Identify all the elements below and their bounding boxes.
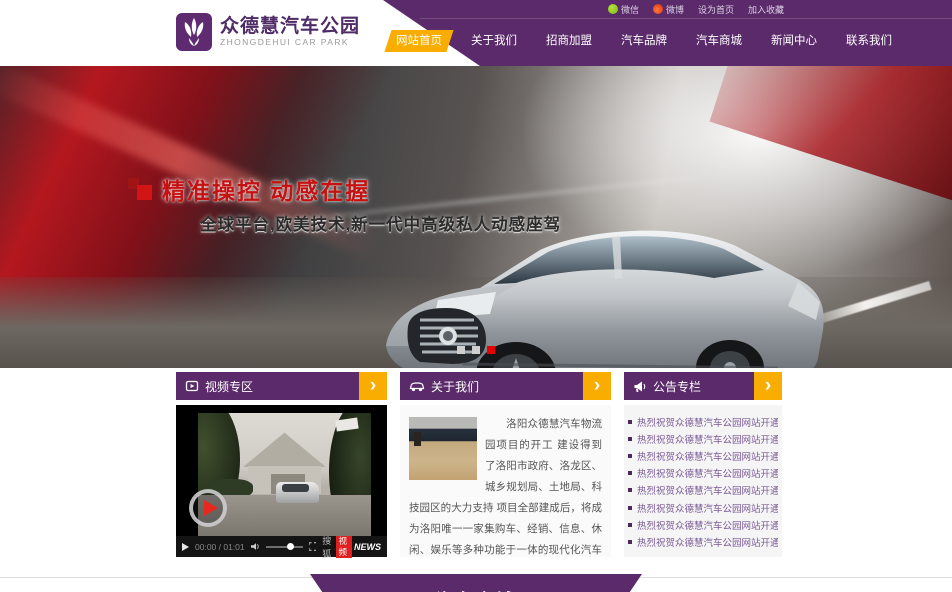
- video-more-button[interactable]: ›: [359, 372, 387, 400]
- logo-flower-icon: [176, 13, 212, 51]
- hero-banner: 精准操控 动感在握 全球平台,欧美技术,新一代中高级私人动感座驾: [0, 66, 952, 368]
- megaphone-icon: [633, 380, 647, 393]
- notice-item[interactable]: 热烈祝贺众德慧汽车公园网站开通了！: [628, 447, 778, 464]
- notice-item[interactable]: 热烈祝贺众德慧汽车公园网站开通了！: [628, 413, 778, 430]
- notice-column: 公告专栏 › 热烈祝贺众德慧汽车公园网站开通了！ 热烈祝贺众德慧汽车公园网站开通: [624, 372, 782, 557]
- video-icon: [185, 379, 199, 393]
- notice-item[interactable]: 热烈祝贺众德慧汽车公园网站开通了！: [628, 430, 778, 447]
- notice-item[interactable]: 热烈祝贺众德慧汽车公园网站开通了！: [628, 533, 778, 550]
- about-section-header: 关于我们 ›: [400, 372, 611, 400]
- volume-icon[interactable]: [251, 542, 260, 551]
- fullscreen-icon[interactable]: [309, 542, 317, 551]
- banner-dot[interactable]: [457, 346, 465, 354]
- video-section-header: 视频专区 ›: [176, 372, 387, 400]
- notice-item[interactable]: 热烈祝贺众德慧汽车公园网站开通了！: [628, 465, 778, 482]
- notice-item[interactable]: 热烈祝贺众德慧汽车公园网站开通了！: [628, 516, 778, 533]
- wechat-icon: [608, 4, 618, 14]
- notice-list: 热烈祝贺众德慧汽车公园网站开通了！ 热烈祝贺众德慧汽车公园网站开通了！ 热烈祝贺…: [628, 413, 778, 551]
- video-section-title: 视频专区: [205, 378, 253, 395]
- bullet-icon: [628, 540, 632, 544]
- nav-item[interactable]: 汽车商城: [688, 30, 750, 52]
- about-section-title: 关于我们: [431, 378, 479, 395]
- notice-more-button[interactable]: ›: [754, 372, 782, 400]
- notice-section-header: 公告专栏 ›: [624, 372, 782, 400]
- bullet-icon: [628, 454, 632, 458]
- bottom-section-title: 汽车商城: [310, 586, 642, 592]
- bullet-icon: [628, 437, 632, 441]
- site-header: 微信 微博 设为首页 加入收藏 网站首页 关于我们: [0, 0, 952, 66]
- notice-section-title: 公告专栏: [653, 378, 701, 395]
- topbar: 微信 微博 设为首页 加入收藏: [420, 0, 952, 19]
- about-column: 关于我们 › 洛阳众德慧汽车物流园项目的开工 建设得到了洛阳市政府、洛龙区、城乡…: [400, 372, 611, 557]
- bullet-icon: [628, 506, 632, 510]
- volume-slider[interactable]: [266, 546, 303, 548]
- set-homepage-link[interactable]: 设为首页: [698, 3, 734, 16]
- main-nav: 网站首页 关于我们 招商加盟 汽车品牌 汽车商城: [388, 28, 952, 54]
- logo[interactable]: 众德慧汽车公园 ZHONGDEHUI CAR PARK: [176, 13, 360, 51]
- nav-item[interactable]: 联系我们: [838, 30, 900, 52]
- video-controls: 00:00 / 01:01 搜狐 视频 NEWS: [176, 536, 387, 557]
- notice-item[interactable]: 热烈祝贺众德慧汽车公园网站开通了！: [628, 482, 778, 499]
- banner-dot[interactable]: [472, 346, 480, 354]
- banner-subheadline: 全球平台,欧美技术,新一代中高级私人动感座驾: [200, 211, 561, 235]
- wechat-link[interactable]: 微信: [608, 3, 639, 16]
- video-time: 00:00 / 01:01: [195, 542, 245, 552]
- nav-item[interactable]: 关于我们: [463, 30, 525, 52]
- bullet-icon: [628, 471, 632, 475]
- weibo-icon: [653, 4, 663, 14]
- bullet-icon: [628, 523, 632, 527]
- notice-body: 热烈祝贺众德慧汽车公园网站开通了！ 热烈祝贺众德慧汽车公园网站开通了！ 热烈祝贺…: [624, 405, 782, 557]
- nav-item[interactable]: 招商加盟: [538, 30, 600, 52]
- nav-item[interactable]: 网站首页: [388, 30, 450, 52]
- sohu-brand: 搜狐 视频 NEWS: [322, 534, 381, 560]
- bullet-icon: [628, 420, 632, 424]
- banner-text: 精准操控 动感在握 全球平台,欧美技术,新一代中高级私人动感座驾: [128, 172, 561, 235]
- video-column: 视频专区 › 00:00 / 01:01: [176, 372, 387, 557]
- about-body: 洛阳众德慧汽车物流园项目的开工 建设得到了洛阳市政府、洛龙区、城乡规划局、土地局…: [400, 405, 611, 557]
- video-player[interactable]: 00:00 / 01:01 搜狐 视频 NEWS: [176, 405, 387, 557]
- bottom-section-banner: 汽车商城: [310, 574, 642, 592]
- nav-item[interactable]: 汽车品牌: [613, 30, 675, 52]
- site-subtitle: ZHONGDEHUI CAR PARK: [220, 37, 360, 48]
- play-icon[interactable]: [182, 543, 189, 551]
- site-title: 众德慧汽车公园: [220, 16, 360, 37]
- weibo-link[interactable]: 微博: [653, 3, 684, 16]
- banner-pagination: [0, 346, 952, 354]
- add-favorite-link[interactable]: 加入收藏: [748, 3, 784, 16]
- about-photo[interactable]: [409, 417, 477, 480]
- nav-item[interactable]: 新闻中心: [763, 30, 825, 52]
- weibo-label: 微博: [666, 3, 684, 16]
- main-content: 视频专区 › 00:00 / 01:01: [176, 372, 782, 557]
- red-squares-icon: [128, 175, 156, 203]
- page: 微信 微博 设为首页 加入收藏 网站首页 关于我们: [0, 0, 952, 592]
- bullet-icon: [628, 488, 632, 492]
- car-icon: [409, 380, 425, 392]
- play-overlay-button[interactable]: [189, 489, 227, 527]
- banner-dot[interactable]: [487, 346, 495, 354]
- banner-headline: 精准操控 动感在握: [162, 172, 370, 206]
- notice-item[interactable]: 热烈祝贺众德慧汽车公园网站开通了！: [628, 499, 778, 516]
- wechat-label: 微信: [621, 3, 639, 16]
- about-more-button[interactable]: ›: [583, 372, 611, 400]
